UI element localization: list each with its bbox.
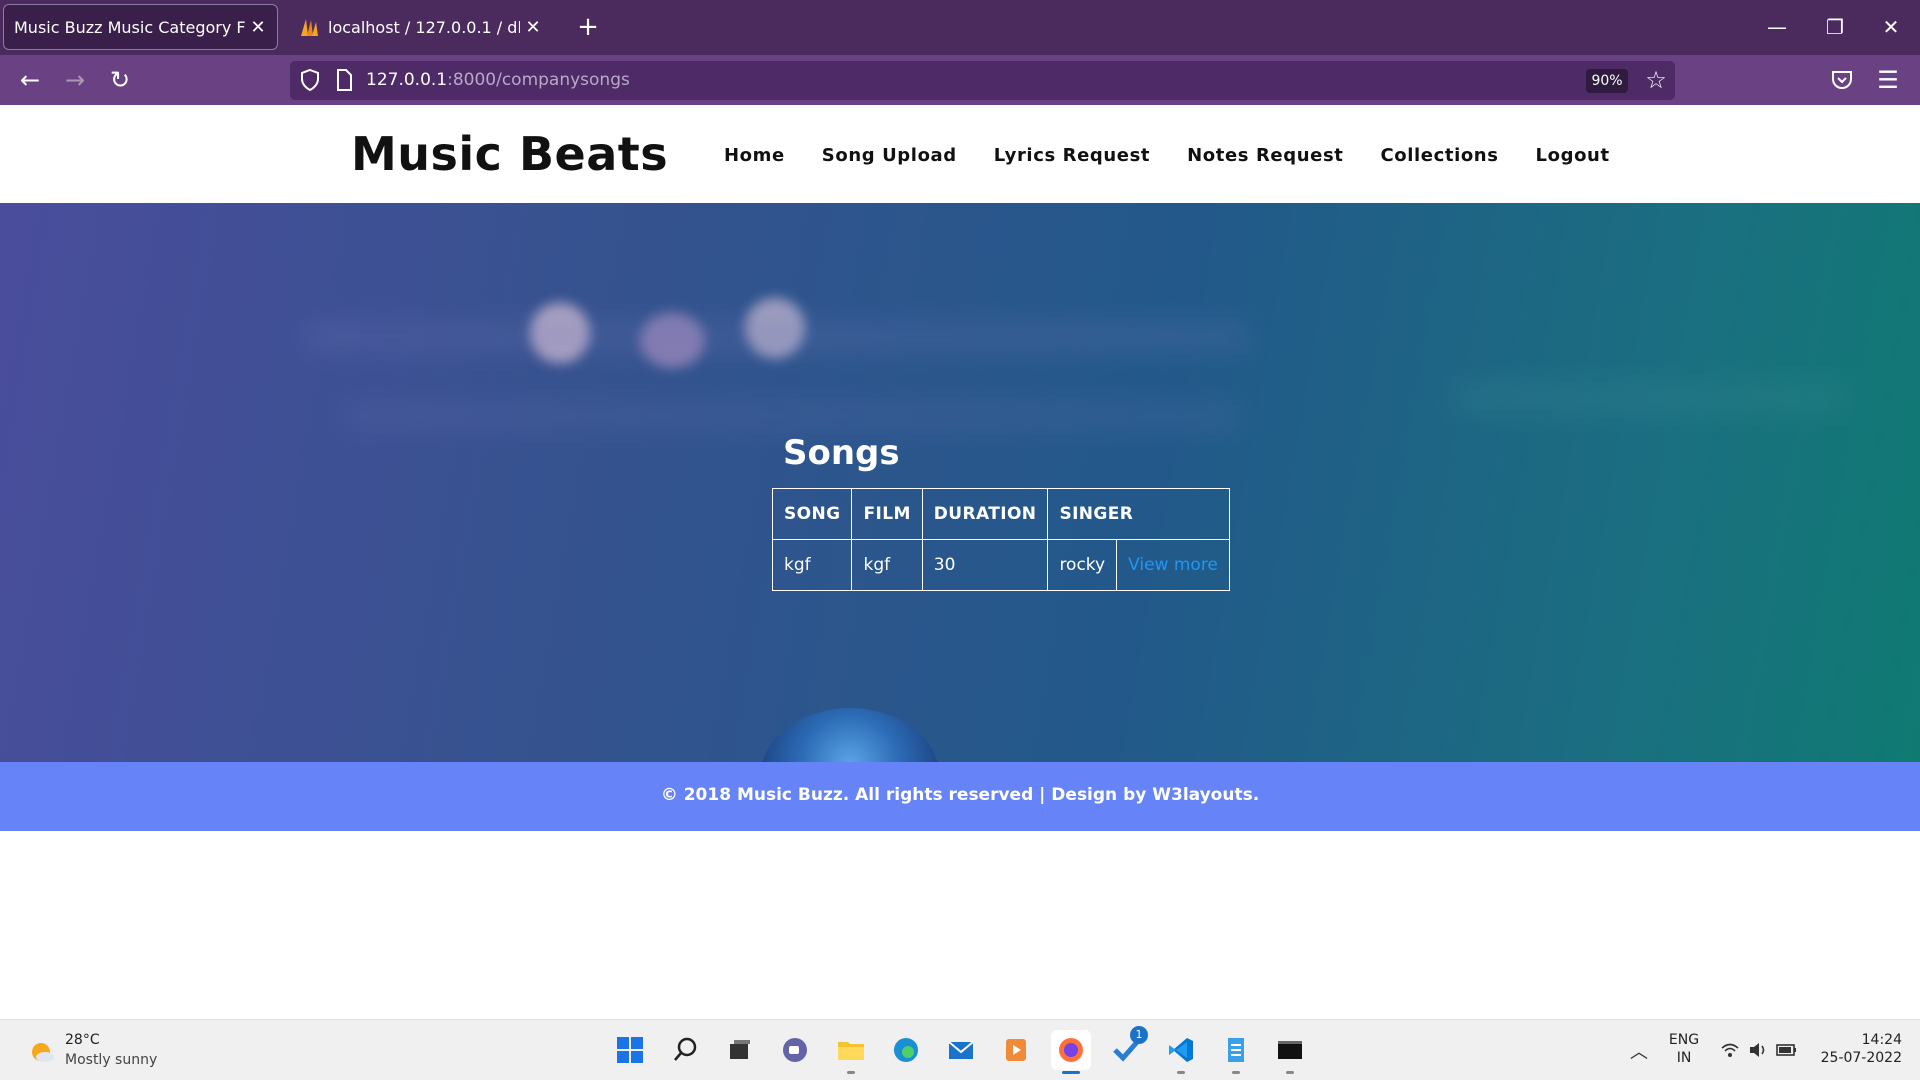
- bookmark-star-icon[interactable]: ☆: [1642, 66, 1670, 94]
- new-tab-button[interactable]: +: [575, 12, 601, 42]
- edge-icon[interactable]: [886, 1030, 926, 1070]
- running-indicator: [1286, 1071, 1294, 1074]
- site-header: Music Beats Home Song Upload Lyrics Requ…: [0, 105, 1920, 203]
- tab-music-buzz[interactable]: Music Buzz Music Category Flat Boo ✕: [3, 4, 278, 50]
- microphone-image: [760, 708, 940, 762]
- notepad-icon[interactable]: [1216, 1030, 1256, 1074]
- view-more-link[interactable]: View more: [1128, 555, 1218, 575]
- background-haze: [1450, 383, 1850, 413]
- close-tab-icon[interactable]: ✕: [249, 17, 267, 38]
- reload-icon[interactable]: ↻: [102, 63, 138, 97]
- media-player-icon[interactable]: [996, 1030, 1036, 1070]
- url-path: :8000/companysongs: [447, 70, 630, 90]
- back-icon[interactable]: ←: [12, 63, 48, 97]
- lang-line1: ENG: [1668, 1032, 1700, 1048]
- page-icon[interactable]: [332, 68, 356, 92]
- sun-cloud-icon[interactable]: [28, 1038, 56, 1066]
- running-indicator: [847, 1071, 855, 1074]
- phpmyadmin-icon: [301, 19, 318, 36]
- cell-song: kgf: [771, 539, 853, 591]
- close-tab-icon[interactable]: ✕: [524, 17, 542, 38]
- column-header-duration: DURATION: [921, 488, 1049, 540]
- tab-label: Music Buzz Music Category Flat Boo: [14, 17, 245, 37]
- table-row: kgf kgf 30 rocky View more: [771, 539, 1230, 591]
- nav-collections[interactable]: Collections: [1380, 145, 1498, 166]
- running-indicator: [1232, 1071, 1240, 1074]
- songs-heading: Songs: [783, 433, 900, 473]
- chevron-up-icon[interactable]: ︿: [1630, 1038, 1648, 1064]
- browser-tab-bar: Music Buzz Music Category Flat Boo ✕ loc…: [0, 0, 1920, 55]
- address-bar[interactable]: 127.0.0.1:8000/companysongs 90% ☆: [290, 61, 1675, 100]
- site-nav: Home Song Upload Lyrics Request Notes Re…: [724, 145, 1610, 166]
- shield-icon[interactable]: [298, 68, 322, 92]
- nav-lyrics-request[interactable]: Lyrics Request: [994, 145, 1150, 166]
- todo-icon[interactable]: 1: [1106, 1026, 1148, 1070]
- nav-song-upload[interactable]: Song Upload: [822, 145, 957, 166]
- weather-temperature[interactable]: 28°C: [65, 1032, 100, 1048]
- menu-icon[interactable]: ☰: [1874, 66, 1902, 94]
- cell-duration: 30: [921, 539, 1049, 591]
- tab-label: localhost / 127.0.0.1 / dbmusicb: [328, 17, 520, 37]
- running-indicator: [1062, 1071, 1080, 1074]
- running-indicator: [1177, 1071, 1185, 1074]
- language-indicator[interactable]: ENG IN: [1668, 1031, 1700, 1067]
- songs-table: SONG FILM DURATION SINGER kgf kgf 30 roc…: [771, 488, 1230, 591]
- chat-icon[interactable]: [775, 1030, 815, 1070]
- nav-logout[interactable]: Logout: [1536, 145, 1610, 166]
- restore-icon[interactable]: ❐: [1815, 10, 1855, 44]
- background-haze: [300, 323, 1250, 351]
- task-view-icon[interactable]: [720, 1030, 760, 1070]
- footer-copyright: © 2018 Music Buzz. All rights reserved |…: [660, 785, 1260, 805]
- zoom-level-badge[interactable]: 90%: [1586, 69, 1628, 93]
- speaker-icon[interactable]: [1748, 1041, 1768, 1059]
- nav-notes-request[interactable]: Notes Request: [1187, 145, 1343, 166]
- forward-icon[interactable]: →: [57, 63, 93, 97]
- tab-phpmyadmin[interactable]: localhost / 127.0.0.1 / dbmusicb ✕: [290, 4, 550, 50]
- url-text[interactable]: 127.0.0.1:8000/companysongs: [366, 70, 630, 90]
- start-icon[interactable]: [610, 1030, 650, 1070]
- search-icon[interactable]: [666, 1030, 706, 1070]
- firefox-icon[interactable]: [1051, 1030, 1091, 1074]
- close-window-icon[interactable]: ✕: [1871, 10, 1911, 44]
- vscode-icon[interactable]: [1161, 1030, 1201, 1074]
- battery-icon[interactable]: [1776, 1042, 1798, 1058]
- nav-home[interactable]: Home: [724, 145, 785, 166]
- site-logo[interactable]: Music Beats: [351, 127, 668, 181]
- column-header-song: SONG: [771, 488, 853, 540]
- column-header-singer: SINGER: [1047, 488, 1230, 540]
- mail-icon[interactable]: [941, 1030, 981, 1070]
- site-footer: © 2018 Music Buzz. All rights reserved |…: [0, 762, 1920, 831]
- weather-description[interactable]: Mostly sunny: [65, 1052, 157, 1068]
- cell-singer: rocky: [1047, 539, 1118, 591]
- cell-action: View more: [1116, 539, 1230, 591]
- hero-banner: Songs SONG FILM DURATION SINGER kgf kgf …: [0, 203, 1920, 762]
- column-header-film: FILM: [851, 488, 923, 540]
- lang-line2: IN: [1676, 1050, 1692, 1066]
- clock-time: 14:24: [1861, 1032, 1902, 1048]
- file-explorer-icon[interactable]: [831, 1030, 871, 1074]
- background-haze: [340, 403, 1240, 429]
- cell-film: kgf: [851, 539, 923, 591]
- system-clock[interactable]: 14:24 25-07-2022: [1812, 1031, 1902, 1067]
- wifi-icon[interactable]: [1720, 1041, 1740, 1059]
- minimize-icon[interactable]: —: [1757, 10, 1797, 44]
- windows-taskbar: 28°C Mostly sunny 1 ︿ ENG IN 14:24 25-07…: [0, 1019, 1920, 1080]
- notification-badge: 1: [1130, 1026, 1148, 1044]
- browser-nav-bar: ← → ↻ 127.0.0.1:8000/companysongs 90% ☆ …: [0, 55, 1920, 105]
- table-header-row: SONG FILM DURATION SINGER: [771, 488, 1230, 540]
- url-host: 127.0.0.1: [366, 70, 448, 90]
- clock-date: 25-07-2022: [1820, 1050, 1902, 1066]
- pocket-icon[interactable]: [1828, 66, 1856, 94]
- terminal-icon[interactable]: [1270, 1030, 1310, 1074]
